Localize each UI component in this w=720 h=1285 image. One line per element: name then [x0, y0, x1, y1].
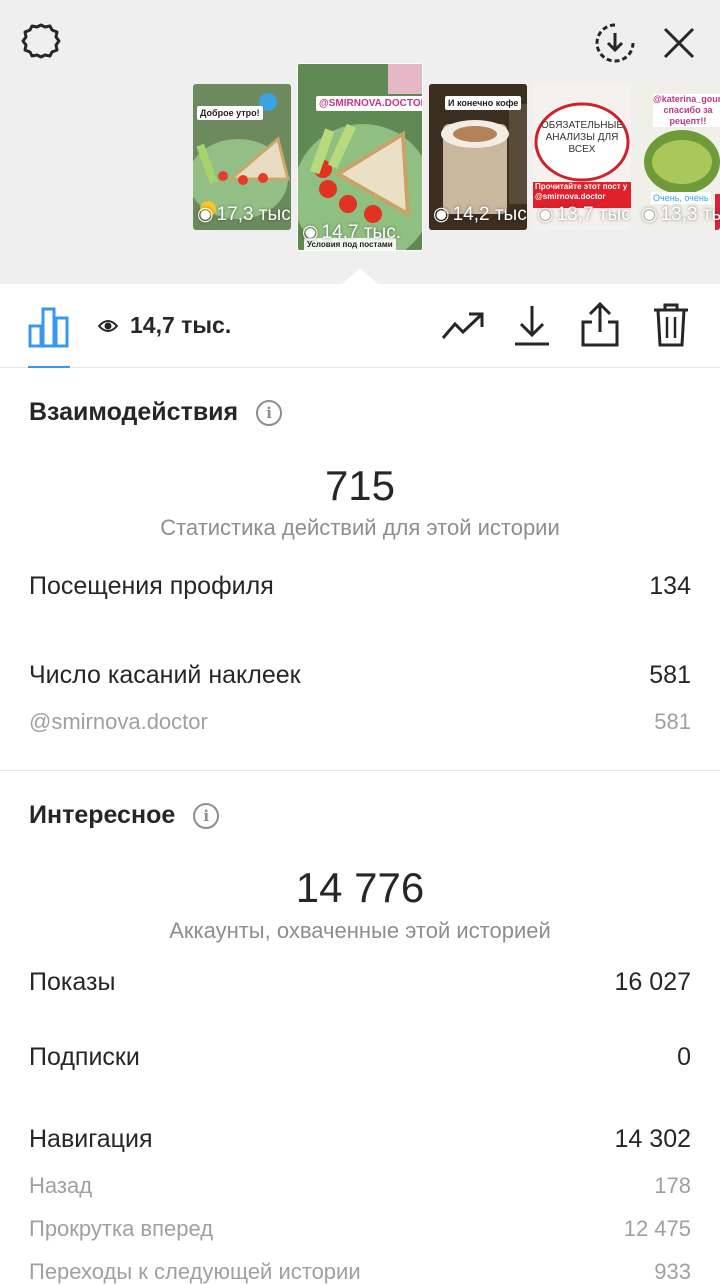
active-tab-indicator	[28, 366, 70, 368]
stat-value: 0	[677, 1043, 691, 1071]
download-button[interactable]	[513, 304, 551, 353]
story-view-count: ◉ 13,7 тыс.	[537, 203, 631, 226]
stat-subrow-back: Назад 178	[29, 1173, 691, 1199]
bar-chart-icon	[28, 307, 69, 348]
story-view-count: ◉ 17,3 тыс.	[197, 203, 291, 226]
story-thumbnail[interactable]: ОБЯЗАТЕЛЬНЫЕ АНАЛИЗЫ ДЛЯ ВСЕХ Прочитайте…	[533, 84, 631, 230]
story-sticker-text: И конечно кофе	[445, 96, 522, 110]
stat-label: Навигация	[29, 1125, 153, 1153]
stat-row-profile-visits: Посещения профиля 134	[29, 572, 691, 601]
interactions-header: Взаимодействия i	[29, 398, 283, 427]
stat-label: @smirnova.doctor	[29, 709, 208, 734]
stat-value: 16 027	[614, 968, 691, 996]
views-total-value: 14,7 тыс.	[130, 312, 232, 338]
trend-icon	[441, 312, 484, 339]
stat-subrow-mention: @smirnova.doctor 581	[29, 709, 691, 735]
selected-story-pointer	[342, 268, 378, 284]
share-icon	[581, 301, 619, 347]
insights-toolbar: 14,7 тыс.	[0, 284, 720, 368]
settings-button[interactable]	[18, 20, 64, 66]
stat-row-follows: Подписки 0	[29, 1043, 691, 1072]
discovery-header: Интересное i	[29, 801, 220, 830]
stat-subrow-next-story: Переходы к следующей истории 933	[29, 1259, 691, 1285]
discovery-total: 14 776	[295, 864, 425, 911]
close-icon	[663, 27, 695, 59]
eye-icon: ◉	[433, 204, 450, 225]
eye-icon: ◉	[302, 222, 319, 243]
stat-value: 178	[654, 1173, 691, 1198]
info-icon[interactable]: i	[193, 802, 220, 829]
discovery-title: Интересное	[29, 801, 176, 829]
info-icon[interactable]: i	[256, 399, 283, 426]
stat-label: Переходы к следующей истории	[29, 1259, 361, 1284]
story-view-count: ◉13,3 тыс.	[641, 203, 720, 226]
views-total[interactable]: 14,7 тыс.	[98, 312, 231, 339]
story-thumbnail[interactable]: И конечно кофе ◉ 14,2 тыс.	[429, 84, 527, 230]
stat-value: 12 475	[623, 1216, 691, 1241]
save-story-button[interactable]	[592, 20, 638, 66]
stat-row-impressions: Показы 16 027	[29, 968, 691, 997]
stat-label: Посещения профиля	[29, 572, 274, 600]
story-thumbnail[interactable]: Доброе утро! ◉ 17,3 тыс.	[193, 84, 291, 230]
stat-value: 14 302	[614, 1125, 691, 1153]
insights-tab[interactable]	[28, 306, 70, 353]
interactions-title: Взаимодействия	[29, 398, 239, 426]
stories-header: Доброе утро! ◉ 17,3 тыс. @SMIRNOVA.DOCTOR…	[0, 0, 720, 284]
delete-button[interactable]	[652, 302, 690, 353]
stat-label: Прокрутка вперед	[29, 1216, 214, 1241]
story-headline: ОБЯЗАТЕЛЬНЫЕ АНАЛИЗЫ ДЛЯ ВСЕХ	[540, 120, 624, 155]
close-button[interactable]	[656, 20, 702, 66]
stat-value: 933	[654, 1259, 691, 1284]
stat-label: Число касаний наклеек	[29, 661, 301, 689]
discovery-caption: Аккаунты, охваченные этой историей	[169, 918, 551, 943]
stat-label: Показы	[29, 968, 116, 996]
eye-icon	[98, 319, 118, 332]
story-thumbnail[interactable]: @katerina_gourmet спасибо за рецепт!! Оч…	[637, 84, 720, 230]
trend-button[interactable]	[441, 310, 485, 349]
story-view-count: ◉ 14,2 тыс.	[433, 203, 527, 226]
story-mention-sticker: @katerina_gourmet спасибо за рецепт!!	[653, 94, 720, 127]
section-divider	[0, 770, 720, 771]
stat-value: 581	[649, 661, 691, 689]
eye-icon: ◉	[197, 204, 214, 225]
stat-label: Подписки	[29, 1043, 140, 1071]
stat-value: 581	[654, 709, 691, 734]
share-button[interactable]	[580, 301, 620, 353]
eye-icon: ◉	[641, 204, 658, 225]
stat-subrow-forward: Прокрутка вперед 12 475	[29, 1216, 691, 1242]
interactions-caption: Статистика действий для этой истории	[160, 515, 560, 540]
interactions-total: 715	[324, 462, 396, 509]
story-subtext: Прочитайте этот пост у @smirnova.doctor	[535, 182, 628, 201]
trash-icon	[654, 303, 688, 347]
story-view-count: ◉ 14,7 тыс.	[302, 221, 401, 244]
download-icon	[515, 306, 549, 346]
gear-icon	[21, 23, 61, 59]
stat-label: Назад	[29, 1173, 93, 1198]
stat-row-navigation: Навигация 14 302	[29, 1125, 691, 1154]
story-sticker-text: Доброе утро!	[197, 106, 263, 120]
story-thumbnail-selected[interactable]: @SMIRNOVA.DOCTOR Условия под постами ◉ 14…	[297, 63, 423, 251]
stat-value: 134	[649, 572, 691, 600]
stat-row-sticker-taps: Число касаний наклеек 581	[29, 661, 691, 690]
download-circle-icon	[595, 23, 635, 63]
eye-icon: ◉	[537, 204, 554, 225]
story-mention-sticker: @SMIRNOVA.DOCTOR	[316, 96, 422, 111]
